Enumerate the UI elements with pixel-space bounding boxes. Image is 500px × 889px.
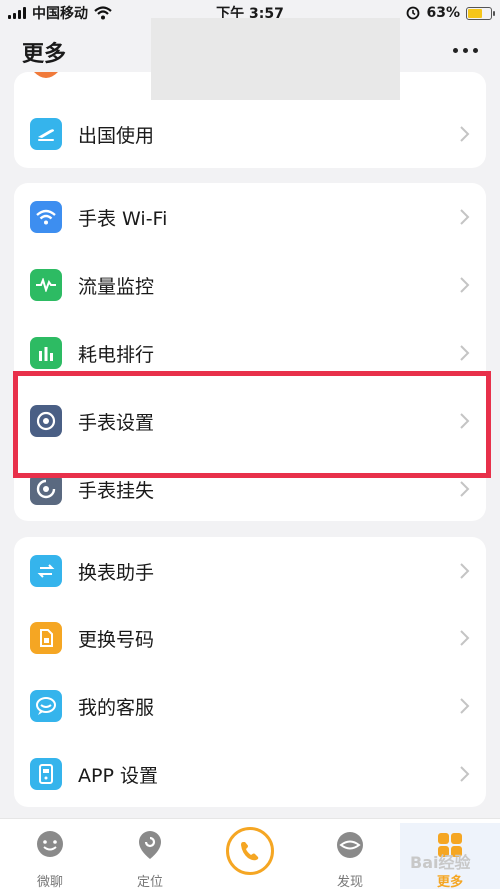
carrier-label: 中国移动 — [32, 6, 88, 22]
tab-label: 发现 — [336, 875, 363, 889]
menu-item-watch-swap[interactable]: 换表助手 — [14, 537, 486, 605]
more-options-icon[interactable] — [453, 48, 478, 53]
plane-icon — [30, 118, 62, 150]
chevron-right-icon — [460, 277, 470, 293]
bar-chart-icon — [30, 337, 62, 369]
chat-icon — [37, 831, 63, 857]
tab-label: 定位 — [136, 875, 163, 889]
call-button[interactable] — [226, 827, 274, 875]
chevron-right-icon — [460, 345, 470, 361]
menu-item-label: 更换号码 — [78, 628, 155, 651]
sim-icon — [30, 622, 62, 654]
menu-item-app-settings[interactable]: APP 设置 — [14, 740, 486, 807]
page-title: 更多 — [22, 42, 67, 67]
chevron-right-icon — [460, 563, 470, 579]
menu-item-change-number[interactable]: 更换号码 — [14, 604, 486, 672]
tab-label: 微聊 — [36, 875, 63, 889]
partial-icon — [34, 72, 58, 78]
phone-icon — [241, 842, 259, 861]
pulse-icon — [30, 269, 62, 301]
menu-item-label: 手表 Wi-Fi — [78, 207, 168, 230]
menu-item-label: 耗电排行 — [78, 343, 155, 366]
wifi-status-icon — [94, 6, 112, 20]
signal-icon — [8, 7, 26, 19]
chevron-right-icon — [460, 126, 470, 142]
menu-item-label: APP 设置 — [78, 764, 158, 787]
chevron-right-icon — [460, 481, 470, 497]
watermark: Bai经验 — [410, 853, 471, 872]
tab-location[interactable]: 定位 — [100, 819, 200, 889]
other-card: 换表助手 更换号码 我的客服 APP 设置 — [14, 537, 486, 807]
service-icon — [30, 690, 62, 722]
tab-label: 更多 — [436, 875, 463, 889]
chevron-right-icon — [460, 698, 470, 714]
chevron-right-icon — [460, 630, 470, 646]
bottom-nav: 微聊 定位 发现 更多 Bai经验 — [0, 818, 500, 889]
app-settings-icon — [30, 758, 62, 790]
chevron-right-icon — [460, 766, 470, 782]
location-icon — [139, 831, 161, 859]
menu-item-label: 手表挂失 — [78, 479, 155, 502]
menu-item-customer-service[interactable]: 我的客服 — [14, 672, 486, 740]
swap-icon — [30, 555, 62, 587]
alarm-icon — [407, 6, 420, 20]
wifi-icon — [30, 201, 62, 233]
discover-icon — [337, 832, 363, 858]
tab-chat[interactable]: 微聊 — [0, 819, 100, 889]
menu-item-abroad[interactable]: 出国使用 — [14, 100, 486, 168]
chevron-right-icon — [460, 209, 470, 225]
tab-discover[interactable]: 发现 — [300, 819, 400, 889]
menu-item-watch-wifi[interactable]: 手表 Wi-Fi — [14, 183, 486, 251]
menu-item-traffic-monitor[interactable]: 流量监控 — [14, 251, 486, 319]
highlight-box — [13, 371, 491, 478]
battery-icon — [466, 6, 495, 20]
redaction-overlay — [151, 18, 400, 100]
menu-item-label: 流量监控 — [78, 275, 155, 298]
menu-item-label: 换表助手 — [78, 561, 155, 584]
menu-item-label: 出国使用 — [78, 124, 155, 147]
menu-item-label: 我的客服 — [78, 696, 155, 719]
battery-percent: 63% — [426, 5, 460, 21]
